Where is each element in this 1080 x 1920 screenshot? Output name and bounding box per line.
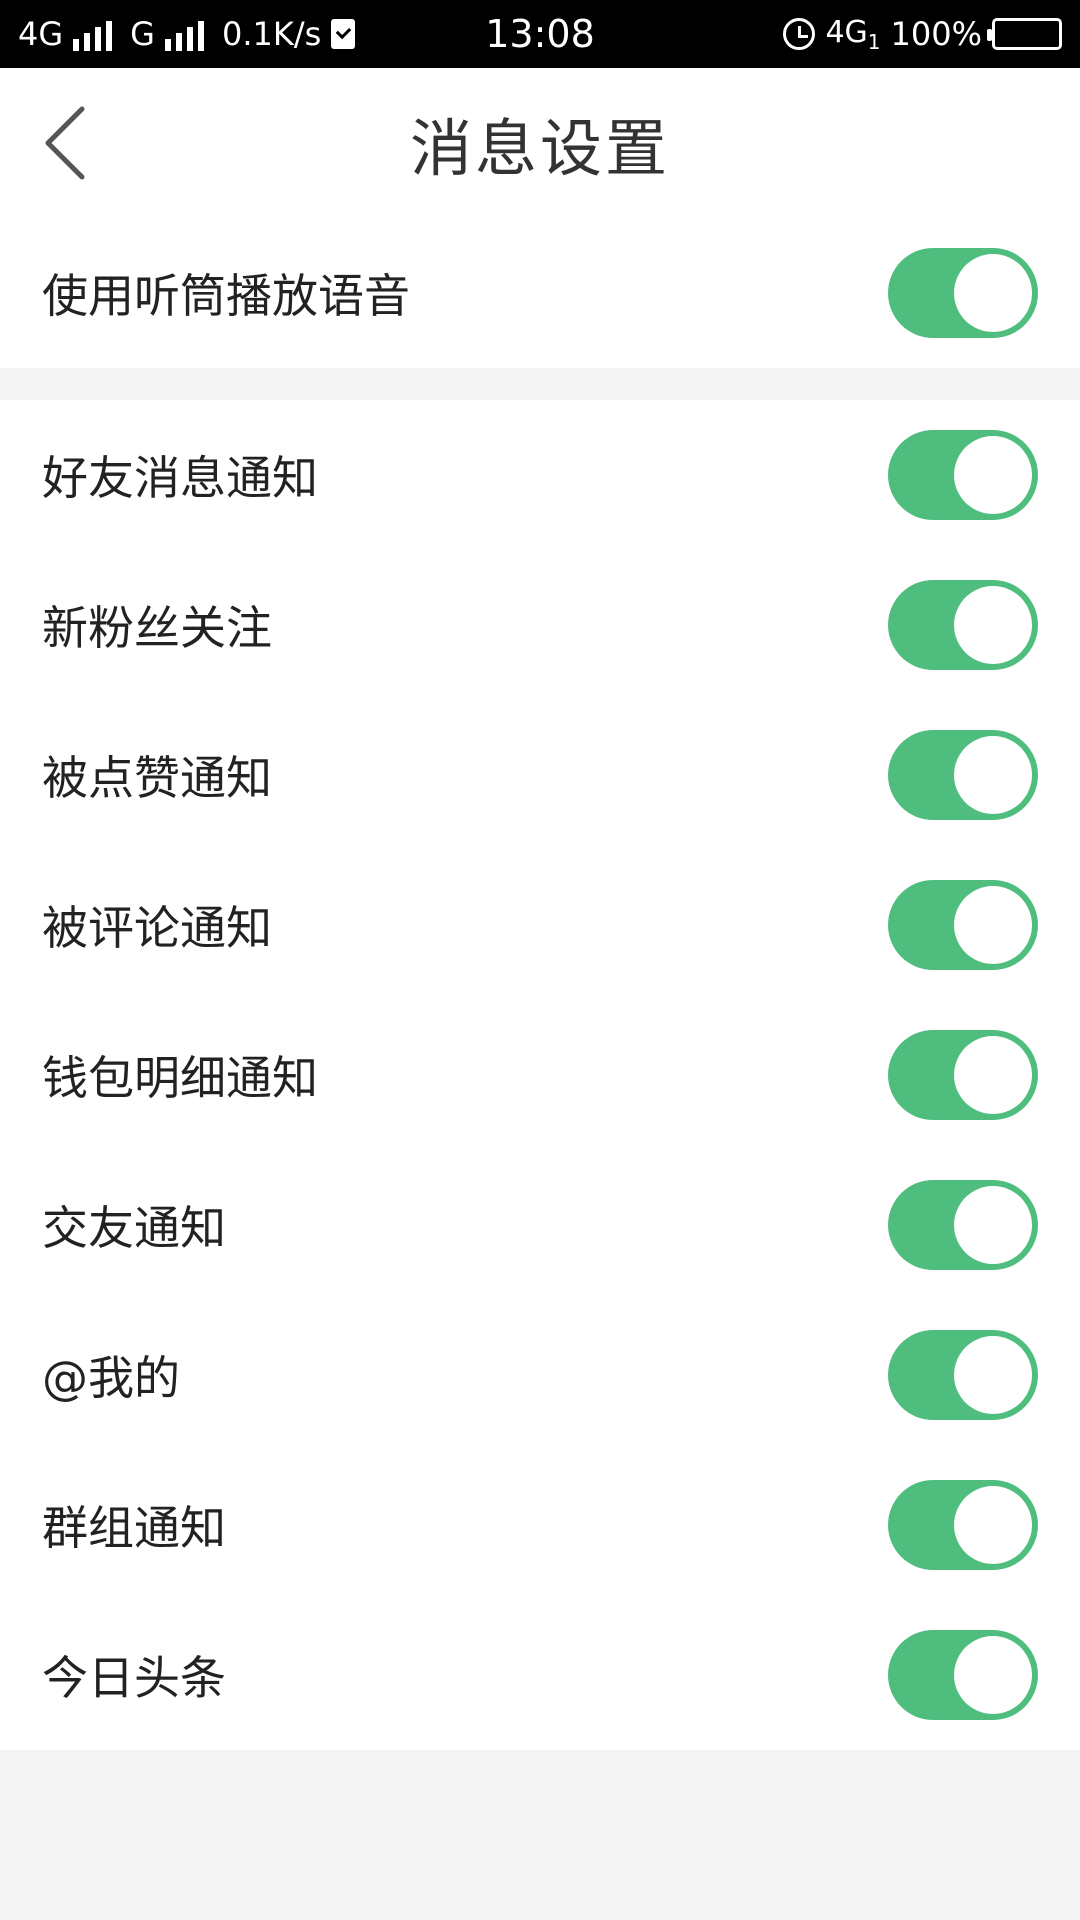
toggle-knob [954, 586, 1032, 664]
back-button[interactable] [20, 98, 110, 188]
toggle-knob [954, 1636, 1032, 1714]
toggle-knob [954, 1336, 1032, 1414]
setting-label: 被评论通知 [42, 901, 272, 955]
alarm-icon [783, 18, 816, 50]
toggle-knob [954, 436, 1032, 514]
settings-group-notifications: 好友消息通知 新粉丝关注 被点赞通知 被评论通知 钱包明细通知 交友通知 @我的… [0, 400, 1080, 1750]
toggle-liked[interactable] [888, 730, 1038, 820]
toggle-knob [954, 1486, 1032, 1564]
chevron-left-icon [45, 106, 85, 180]
setting-label: 群组通知 [42, 1501, 226, 1555]
battery-icon [987, 18, 1062, 50]
status-right: 4G1 100% [783, 15, 1062, 54]
setting-label: 好友消息通知 [42, 451, 318, 505]
battery-percent: 100% [890, 15, 982, 53]
toggle-knob [954, 1186, 1032, 1264]
setting-label: 使用听筒播放语音 [42, 269, 410, 323]
setting-row-dating: 交友通知 [0, 1150, 1080, 1300]
page-title: 消息设置 [409, 112, 670, 185]
toggle-knob [954, 886, 1032, 964]
toggle-dating[interactable] [888, 1180, 1038, 1270]
network-type-3-label: 4G [825, 14, 868, 50]
setting-row-liked: 被点赞通知 [0, 700, 1080, 850]
status-left: 4G G 0.1K/s [18, 15, 356, 53]
setting-label: 新粉丝关注 [42, 601, 272, 655]
signal-icon-2 [164, 17, 204, 51]
toggle-commented[interactable] [888, 880, 1038, 970]
setting-row-mentions: @我的 [0, 1300, 1080, 1450]
setting-label: 今日头条 [42, 1651, 226, 1705]
toggle-knob [954, 1036, 1032, 1114]
toggle-friend-message[interactable] [888, 430, 1038, 520]
setting-row-group: 群组通知 [0, 1450, 1080, 1600]
signal-icon [73, 17, 113, 51]
network-type-1: 4G [18, 15, 64, 53]
network-type-3: 4G1 [825, 15, 880, 54]
setting-label: 交友通知 [42, 1201, 226, 1255]
setting-row-friend-message: 好友消息通知 [0, 400, 1080, 550]
setting-row-wallet: 钱包明细通知 [0, 1000, 1080, 1150]
setting-row-commented: 被评论通知 [0, 850, 1080, 1000]
toggle-mentions[interactable] [888, 1330, 1038, 1420]
toggle-earpiece[interactable] [888, 248, 1038, 338]
settings-group-audio: 使用听筒播放语音 [0, 218, 1080, 368]
toggle-group[interactable] [888, 1480, 1038, 1570]
setting-label: @我的 [42, 1351, 180, 1405]
setting-label: 钱包明细通知 [42, 1051, 318, 1105]
toggle-wallet[interactable] [888, 1030, 1038, 1120]
setting-label: 被点赞通知 [42, 751, 272, 805]
setting-row-headlines: 今日头条 [0, 1600, 1080, 1750]
toggle-knob [954, 736, 1032, 814]
header: 消息设置 [0, 68, 1080, 218]
status-bar: 4G G 0.1K/s 13:08 4G1 100% [0, 0, 1080, 68]
toggle-new-follower[interactable] [888, 580, 1038, 670]
setting-row-new-follower: 新粉丝关注 [0, 550, 1080, 700]
toggle-knob [954, 254, 1032, 332]
clipboard-check-icon [331, 19, 356, 49]
network-speed: 0.1K/s [221, 15, 322, 53]
toggle-headlines[interactable] [888, 1630, 1038, 1720]
network-type-3-sub: 1 [867, 29, 881, 54]
setting-row-earpiece: 使用听筒播放语音 [0, 218, 1080, 368]
network-type-2: G [130, 15, 155, 53]
